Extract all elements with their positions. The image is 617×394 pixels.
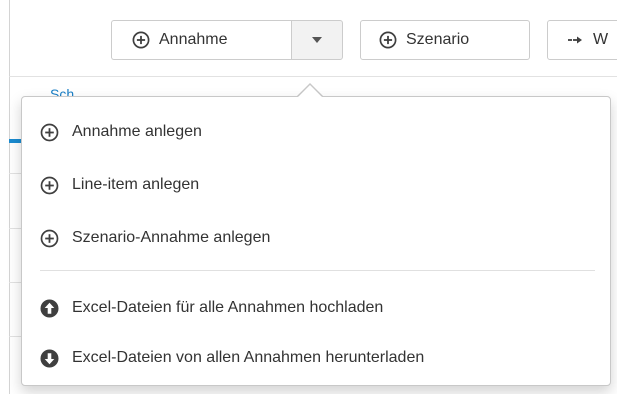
menu-item-label: Line-item anlegen bbox=[72, 176, 200, 193]
menu-item-line-item-anlegen[interactable]: Line-item anlegen bbox=[40, 170, 199, 200]
toolbar-divider bbox=[9, 76, 617, 77]
menu-item-excel-herunterladen[interactable]: Excel-Dateien von allen Annahmen herunte… bbox=[40, 343, 424, 373]
menu-item-label: Excel-Dateien für alle Annahmen hochlade… bbox=[72, 299, 384, 316]
circle-plus-icon bbox=[40, 123, 59, 142]
page-left-border bbox=[9, 0, 10, 394]
menu-item-annahme-anlegen[interactable]: Annahme anlegen bbox=[40, 117, 202, 147]
app-stage: Sch... Annahme Szenario W Annahme anlege… bbox=[0, 0, 617, 394]
circle-plus-icon bbox=[40, 176, 59, 195]
circle-plus-icon bbox=[132, 31, 150, 49]
szenario-button[interactable]: Szenario bbox=[360, 20, 530, 60]
arrow-right-icon bbox=[566, 31, 584, 49]
annahme-button-label: Annahme bbox=[159, 31, 228, 48]
menu-item-excel-hochladen[interactable]: Excel-Dateien für alle Annahmen hochlade… bbox=[40, 293, 383, 323]
menu-item-label: Szenario-Annahme anlegen bbox=[72, 229, 271, 246]
menu-item-label: Excel-Dateien von allen Annahmen herunte… bbox=[72, 349, 425, 366]
weitere-button-label: W bbox=[593, 31, 609, 48]
circle-arrow-down-icon bbox=[40, 349, 59, 368]
circle-plus-icon bbox=[40, 229, 59, 248]
caret-down-icon bbox=[311, 31, 323, 49]
menu-divider bbox=[40, 270, 595, 271]
background-tab-indicator bbox=[9, 139, 21, 143]
szenario-button-label: Szenario bbox=[406, 31, 470, 48]
weitere-button[interactable]: W bbox=[547, 20, 617, 60]
annahme-button[interactable]: Annahme bbox=[111, 20, 292, 60]
annahme-dropdown-toggle[interactable] bbox=[291, 20, 343, 60]
dropdown-arrow-fill bbox=[297, 85, 323, 98]
menu-item-szenario-annahme-anlegen[interactable]: Szenario-Annahme anlegen bbox=[40, 223, 270, 253]
circle-plus-icon bbox=[379, 31, 397, 49]
annahme-dropdown-menu: Annahme anlegen Line-item anlegen Szenar… bbox=[21, 96, 611, 386]
menu-item-label: Annahme anlegen bbox=[72, 123, 202, 140]
circle-arrow-up-icon bbox=[40, 299, 59, 318]
